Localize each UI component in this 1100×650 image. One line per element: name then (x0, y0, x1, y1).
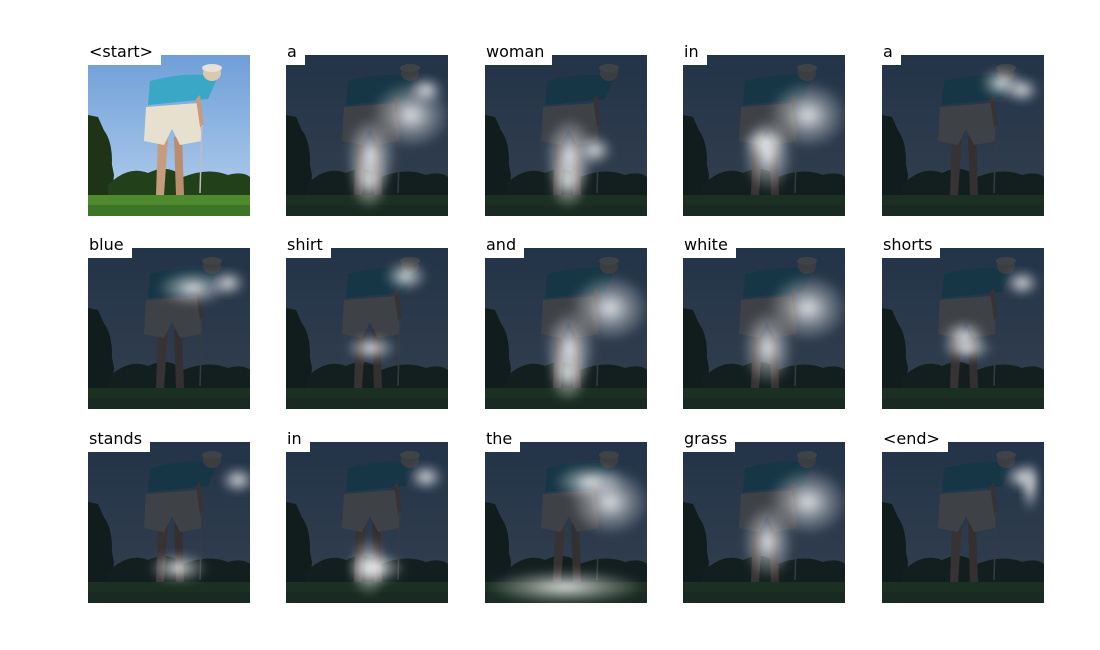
attention-panel: grass (683, 428, 845, 603)
word-label: <start> (88, 41, 162, 65)
attention-image (882, 442, 1044, 603)
attention-image (882, 248, 1044, 409)
attention-image (286, 442, 448, 603)
attention-focus-shorts-bottom (345, 334, 397, 362)
attention-panel: shirt (286, 234, 448, 409)
attention-panel: blue (88, 234, 250, 409)
attention-focus-feet (346, 552, 406, 584)
attention-focus-shirt (554, 464, 626, 500)
attention-focus-hands (577, 134, 613, 166)
attention-panel: in (286, 428, 448, 603)
attention-panel: <start> (88, 41, 250, 216)
attention-panel: shorts (882, 234, 1044, 409)
attention-image (485, 248, 647, 409)
attention-panel: a (286, 41, 448, 216)
attention-panel: stands (88, 428, 250, 603)
attention-focus-upper-right (570, 274, 647, 342)
attention-panel: in (683, 41, 845, 216)
attention-image (88, 442, 250, 603)
word-label: shorts (882, 234, 941, 258)
attention-focus-upper-right (768, 81, 845, 149)
attention-focus-feet (148, 552, 208, 584)
attention-image (683, 55, 845, 216)
attention-image (88, 55, 250, 216)
attention-panel: and (485, 234, 647, 409)
word-label: <end> (882, 428, 948, 452)
attention-focus-knees (942, 320, 986, 352)
attention-image (485, 442, 647, 603)
attention-image (286, 55, 448, 216)
attention-panel: woman (485, 41, 647, 216)
attention-focus-legs (742, 504, 794, 580)
word-label: in (683, 41, 707, 65)
attention-panel: a (882, 41, 1044, 216)
attention-focus-head (384, 260, 428, 292)
word-label: blue (88, 234, 132, 258)
word-label: a (882, 41, 901, 65)
attention-focus-head-right (210, 269, 246, 297)
word-label: stands (88, 428, 151, 452)
attention-panel: white (683, 234, 845, 409)
attention-image (485, 55, 647, 216)
word-label: shirt (286, 234, 331, 258)
attention-image (286, 248, 448, 409)
attention-focus-upper-right (371, 81, 448, 149)
attention-image (683, 248, 845, 409)
attention-focus-head-right (408, 463, 444, 491)
attention-focus-upper-right (768, 274, 845, 342)
attention-focus-head-right (1004, 463, 1040, 491)
word-label: woman (485, 41, 553, 65)
photo-scene (88, 55, 250, 216)
word-label: grass (683, 428, 736, 452)
attention-image (88, 248, 250, 409)
attention-panel: <end> (882, 428, 1044, 603)
attention-image (882, 55, 1044, 216)
word-label: the (485, 428, 521, 452)
attention-focus-head (980, 67, 1024, 99)
attention-image (683, 442, 845, 603)
word-label: in (286, 428, 310, 452)
word-label: a (286, 41, 305, 65)
attention-panel: the (485, 428, 647, 603)
attention-focus-head-right (1004, 269, 1040, 297)
word-label: white (683, 234, 736, 258)
word-label: and (485, 234, 525, 258)
